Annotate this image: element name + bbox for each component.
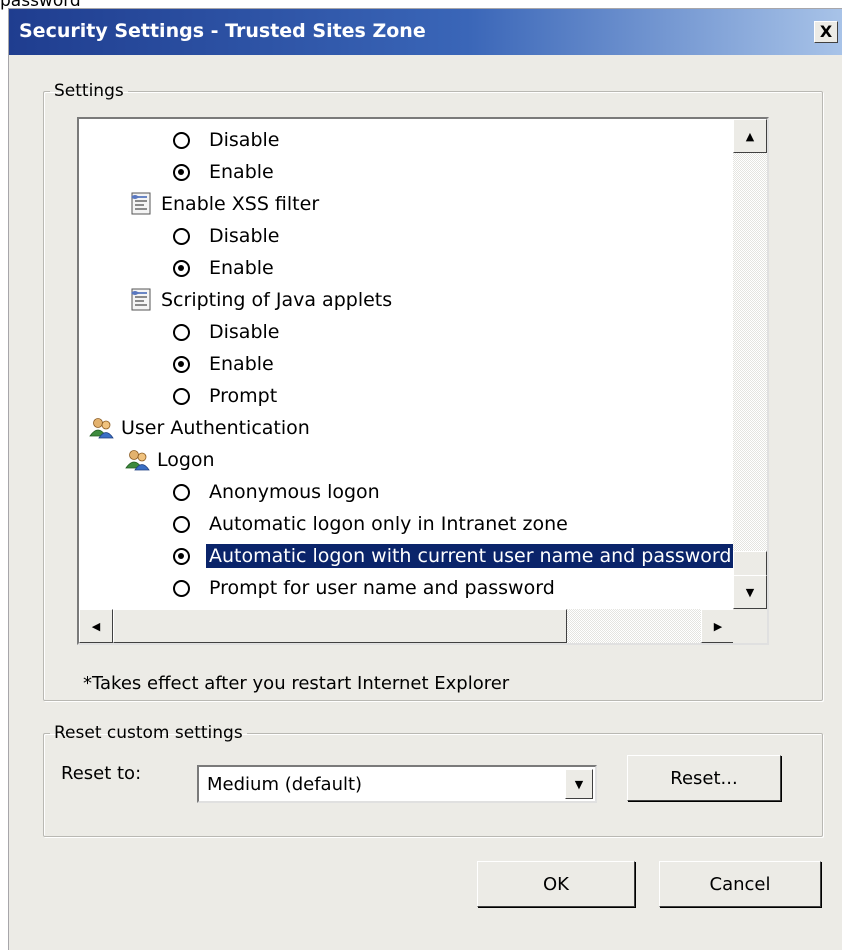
category-label: Enable XSS filter (161, 193, 320, 215)
radio-label: Disable (209, 225, 280, 247)
script-settings-icon (129, 287, 155, 313)
radio-label: Prompt for user name and password (209, 577, 555, 599)
radio-option[interactable]: Prompt (173, 381, 280, 411)
category-label: User Authentication (121, 417, 310, 439)
radio-label: Disable (209, 129, 280, 151)
dialog-title: Security Settings - Trusted Sites Zone (19, 20, 426, 42)
radio-label: Enable (209, 257, 274, 279)
category-item[interactable]: Enable XSS filter (129, 189, 319, 219)
radio-button[interactable] (173, 163, 190, 181)
radio-option[interactable]: Enable (173, 157, 277, 187)
radio-button[interactable] (173, 515, 190, 533)
restart-note: *Takes effect after you restart Internet… (83, 673, 510, 694)
vertical-scrollbar[interactable]: ▲ ▼ (733, 119, 767, 609)
radio-option[interactable]: Disable (173, 125, 282, 155)
security-settings-dialog: Security Settings - Trusted Sites Zone X… (8, 8, 842, 950)
category-item[interactable]: Logon (125, 445, 215, 475)
close-icon: X (819, 22, 833, 41)
title-bar[interactable]: Security Settings - Trusted Sites Zone X (9, 9, 842, 55)
radio-label: Disable (209, 321, 280, 343)
radio-button[interactable] (173, 547, 190, 565)
category-item[interactable]: User Authentication (89, 413, 310, 443)
radio-button[interactable] (173, 259, 190, 277)
reset-level-select[interactable]: Medium (default) ▼ (197, 765, 597, 803)
close-button[interactable]: X (814, 21, 838, 43)
users-icon (89, 415, 115, 441)
radio-label: Enable (209, 353, 274, 375)
radio-label: Prompt (209, 385, 278, 407)
users-icon (125, 447, 151, 473)
category-item[interactable]: Scripting of Java applets (129, 285, 392, 315)
radio-option[interactable]: Prompt for user name and password (173, 573, 558, 603)
radio-button[interactable] (173, 579, 190, 597)
vertical-scroll-thumb[interactable] (733, 551, 767, 577)
arrow-down-icon: ▼ (745, 585, 755, 599)
reset-group-legend: Reset custom settings (54, 723, 243, 743)
radio-option[interactable]: Disable (173, 317, 282, 347)
horizontal-scrollbar[interactable]: ◀ ▶ (79, 609, 735, 643)
radio-option[interactable]: Enable (173, 253, 277, 283)
radio-option[interactable]: Automatic logon with current user name a… (173, 541, 735, 571)
radio-label: Enable (209, 161, 274, 183)
radio-option[interactable]: Enable (173, 349, 277, 379)
radio-option[interactable]: Automatic logon only in Intranet zone (173, 509, 571, 539)
radio-button[interactable] (173, 355, 190, 373)
settings-tree-list[interactable]: Disable Enable Enable XSS filter Disable Ena… (77, 117, 769, 645)
scroll-down-button[interactable]: ▼ (733, 575, 767, 609)
radio-button[interactable] (173, 323, 190, 341)
horizontal-scroll-thumb[interactable] (113, 609, 567, 643)
radio-label: Automatic logon only in Intranet zone (209, 513, 568, 535)
radio-option[interactable]: Disable (173, 221, 282, 251)
radio-option[interactable]: Anonymous logon (173, 477, 383, 507)
cancel-button[interactable]: Cancel (659, 861, 821, 907)
chevron-down-icon: ▼ (574, 777, 584, 791)
dropdown-button[interactable]: ▼ (565, 769, 593, 799)
script-settings-icon (129, 191, 155, 217)
radio-button[interactable] (173, 483, 190, 501)
settings-group-legend: Settings (54, 81, 124, 101)
reset-button[interactable]: Reset... (627, 755, 781, 801)
radio-button[interactable] (173, 227, 190, 245)
radio-label: Automatic logon with current user name a… (206, 544, 735, 568)
category-label: Scripting of Java applets (161, 289, 393, 311)
arrow-left-icon: ◀ (91, 619, 101, 633)
arrow-up-icon: ▲ (745, 129, 755, 143)
scroll-left-button[interactable]: ◀ (79, 609, 113, 643)
radio-button[interactable] (173, 131, 190, 149)
reset-to-label: Reset to: (61, 763, 142, 784)
scroll-right-button[interactable]: ▶ (701, 609, 735, 643)
radio-button[interactable] (173, 387, 190, 405)
arrow-right-icon: ▶ (713, 619, 723, 633)
scroll-up-button[interactable]: ▲ (733, 119, 767, 153)
reset-level-value: Medium (default) (207, 774, 363, 795)
radio-label: Anonymous logon (209, 481, 380, 503)
scrollbar-corner (733, 609, 767, 643)
category-label: Logon (157, 449, 215, 471)
ok-button[interactable]: OK (477, 861, 635, 907)
